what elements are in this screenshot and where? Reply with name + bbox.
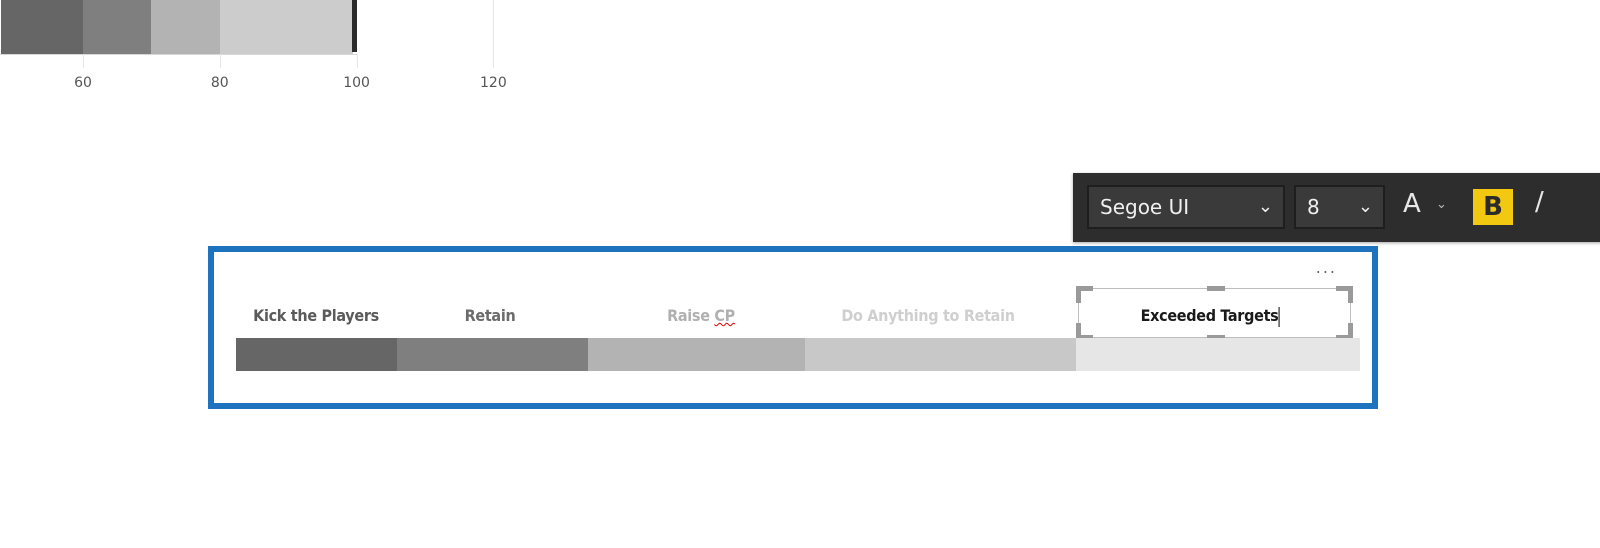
legend-label[interactable]: Exceeded Targets [1141, 306, 1280, 327]
legend-label[interactable]: Do Anything to Retain [841, 306, 1015, 325]
chevron-down-icon: ⌄ [1257, 196, 1273, 217]
bold-button[interactable]: B [1473, 189, 1513, 225]
italic-button[interactable]: / [1535, 187, 1544, 217]
bullet-band [219, 0, 354, 54]
legend-visual[interactable]: ... Kick the Players Retain Raise CP Do Any… [208, 246, 1378, 409]
chevron-down-icon: ⌄ [1357, 196, 1373, 217]
axis-line [0, 54, 357, 55]
chevron-down-icon[interactable]: ⌄ [1436, 197, 1447, 212]
font-family-dropdown[interactable]: Segoe UI ⌄ [1087, 185, 1285, 229]
legend-color-bar[interactable] [587, 338, 805, 371]
x-tick-label: 120 [480, 75, 507, 91]
legend-color-bar[interactable] [804, 338, 1076, 371]
text-format-toolbar: Segoe UI ⌄ 8 ⌄ A ⌄ B / [1073, 173, 1600, 242]
legend-color-bar[interactable] [396, 338, 588, 371]
x-tick-label: 60 [74, 75, 92, 91]
gridline [356, 54, 358, 68]
resize-handle[interactable] [1336, 286, 1353, 303]
font-size-value: 8 [1307, 195, 1320, 219]
gridline [493, 0, 495, 68]
x-tick-label: 80 [210, 75, 229, 91]
x-tick-label: 100 [343, 75, 370, 91]
legend-label[interactable]: Raise CP [667, 306, 735, 325]
legend-color-bar[interactable] [1075, 338, 1360, 371]
legend-label[interactable]: Kick the Players [253, 306, 379, 325]
legend-label[interactable]: Retain [465, 306, 516, 325]
bullet-band [151, 0, 220, 54]
target-marker [351, 0, 357, 52]
gridline [219, 54, 221, 68]
resize-handle[interactable] [1207, 286, 1225, 291]
bullet-chart: 60 80 100 120 [0, 0, 520, 110]
bullet-band [83, 0, 152, 54]
font-size-dropdown[interactable]: 8 ⌄ [1294, 185, 1385, 229]
font-color-button[interactable]: A [1403, 189, 1421, 219]
bullet-band [0, 0, 83, 54]
font-family-value: Segoe UI [1100, 195, 1190, 219]
legend-color-bar[interactable] [236, 338, 397, 371]
gridline [83, 54, 84, 68]
resize-handle[interactable] [1076, 286, 1093, 303]
text-cursor [1278, 306, 1280, 327]
more-options-icon[interactable]: ... [1316, 258, 1337, 277]
